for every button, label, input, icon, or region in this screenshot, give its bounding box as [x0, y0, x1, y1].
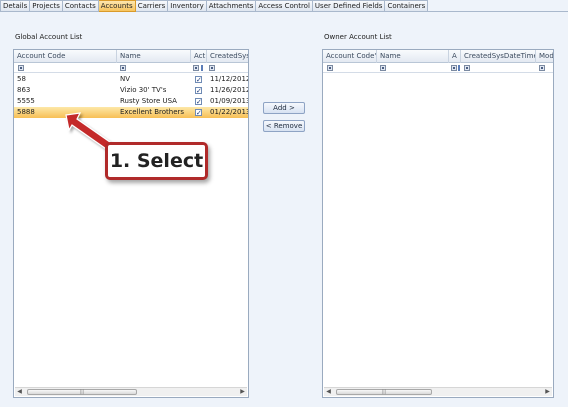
- cell-account-code: 5555: [17, 97, 35, 105]
- cell-created: 01/22/2013: [210, 108, 249, 116]
- column-header-active[interactable]: Act: [191, 50, 207, 63]
- cell-account-code: 5888: [17, 108, 35, 116]
- active-checkbox[interactable]: ✓: [195, 76, 202, 84]
- tab-access-control[interactable]: Access Control: [256, 0, 313, 12]
- column-header-modified[interactable]: Mod: [536, 50, 553, 63]
- filter-icon[interactable]: [193, 65, 199, 71]
- filter-row: [14, 63, 248, 73]
- tab-accounts[interactable]: Accounts: [98, 0, 136, 12]
- grid-header: Account Code Name Act CreatedSysD: [14, 50, 248, 63]
- table-row[interactable]: 5555 Rusty Store USA ✓ 01/09/2013: [14, 96, 248, 107]
- filter-checkbox-icon[interactable]: [201, 65, 203, 71]
- filter-icon[interactable]: [120, 65, 126, 71]
- scroll-left-icon[interactable]: ◀: [324, 388, 333, 396]
- tab-attachments[interactable]: Attachments: [206, 0, 257, 12]
- scroll-right-icon[interactable]: ▶: [543, 388, 552, 396]
- filter-icon[interactable]: [327, 65, 333, 71]
- active-checkbox[interactable]: ✓: [195, 109, 202, 117]
- column-header-account-code[interactable]: Account Code': [323, 50, 377, 63]
- scroll-right-icon[interactable]: ▶: [238, 388, 247, 396]
- tab-strip: Details Projects Contacts Accounts Carri…: [0, 0, 429, 12]
- column-header-account-code[interactable]: Account Code: [14, 50, 117, 63]
- cell-created: 11/12/2012: [210, 75, 249, 83]
- grip-icon: |||: [381, 389, 387, 395]
- cell-name: Excellent Brothers: [120, 108, 185, 116]
- scrollbar-thumb[interactable]: |||: [27, 389, 137, 395]
- active-checkbox[interactable]: ✓: [195, 98, 202, 106]
- scrollbar-thumb[interactable]: |||: [336, 389, 432, 395]
- column-header-name[interactable]: Name: [377, 50, 449, 63]
- filter-icon[interactable]: [451, 65, 457, 71]
- global-account-grid: Account Code Name Act CreatedSysD 58 NV …: [13, 49, 249, 398]
- cell-account-code: 863: [17, 86, 31, 94]
- filter-checkbox-icon[interactable]: [458, 65, 460, 71]
- filter-icon[interactable]: [209, 65, 215, 71]
- column-header-name[interactable]: Name: [117, 50, 191, 63]
- column-header-created[interactable]: CreatedSysDateTime: [461, 50, 536, 63]
- cell-name: NV: [120, 75, 131, 83]
- tab-user-defined-fields[interactable]: User Defined Fields: [312, 0, 386, 12]
- horizontal-scrollbar[interactable]: ◀ ||| ▶: [15, 387, 247, 396]
- tab-contacts[interactable]: Contacts: [62, 0, 99, 12]
- grid-header: Account Code' Name A CreatedSysDateTime …: [323, 50, 553, 63]
- table-row[interactable]: 863 Vizio 30' TV's ✓ 11/26/2012: [14, 85, 248, 96]
- filter-row: [323, 63, 553, 73]
- active-checkbox[interactable]: ✓: [195, 87, 202, 95]
- global-account-list-title: Global Account List: [15, 33, 83, 41]
- tab-details[interactable]: Details: [0, 0, 31, 12]
- instruction-callout: 1. Select: [105, 142, 208, 180]
- column-header-created[interactable]: CreatedSysD: [207, 50, 248, 63]
- filter-icon[interactable]: [18, 65, 24, 71]
- horizontal-scrollbar[interactable]: ◀ ||| ▶: [324, 387, 552, 396]
- add-button[interactable]: Add >: [263, 102, 305, 114]
- tab-carriers[interactable]: Carriers: [135, 0, 169, 12]
- scroll-left-icon[interactable]: ◀: [15, 388, 24, 396]
- filter-icon[interactable]: [380, 65, 386, 71]
- tab-containers[interactable]: Containers: [385, 0, 429, 12]
- filter-icon[interactable]: [539, 65, 545, 71]
- remove-button[interactable]: < Remove: [263, 120, 305, 132]
- tab-projects[interactable]: Projects: [30, 0, 63, 12]
- table-row[interactable]: 58 NV ✓ 11/12/2012: [14, 74, 248, 85]
- owner-account-list-title: Owner Account List: [324, 33, 392, 41]
- cell-account-code: 58: [17, 75, 26, 83]
- cell-name: Rusty Store USA: [120, 97, 177, 105]
- column-header-active[interactable]: A: [449, 50, 461, 63]
- owner-account-grid: Account Code' Name A CreatedSysDateTime …: [322, 49, 554, 398]
- tab-inventory[interactable]: Inventory: [168, 0, 207, 12]
- grip-icon: |||: [79, 389, 85, 395]
- filter-icon[interactable]: [464, 65, 470, 71]
- cell-created: 11/26/2012: [210, 86, 249, 94]
- cell-name: Vizio 30' TV's: [120, 86, 167, 94]
- table-row-selected[interactable]: 5888 Excellent Brothers ✓ 01/22/2013: [14, 107, 248, 118]
- cell-created: 01/09/2013: [210, 97, 249, 105]
